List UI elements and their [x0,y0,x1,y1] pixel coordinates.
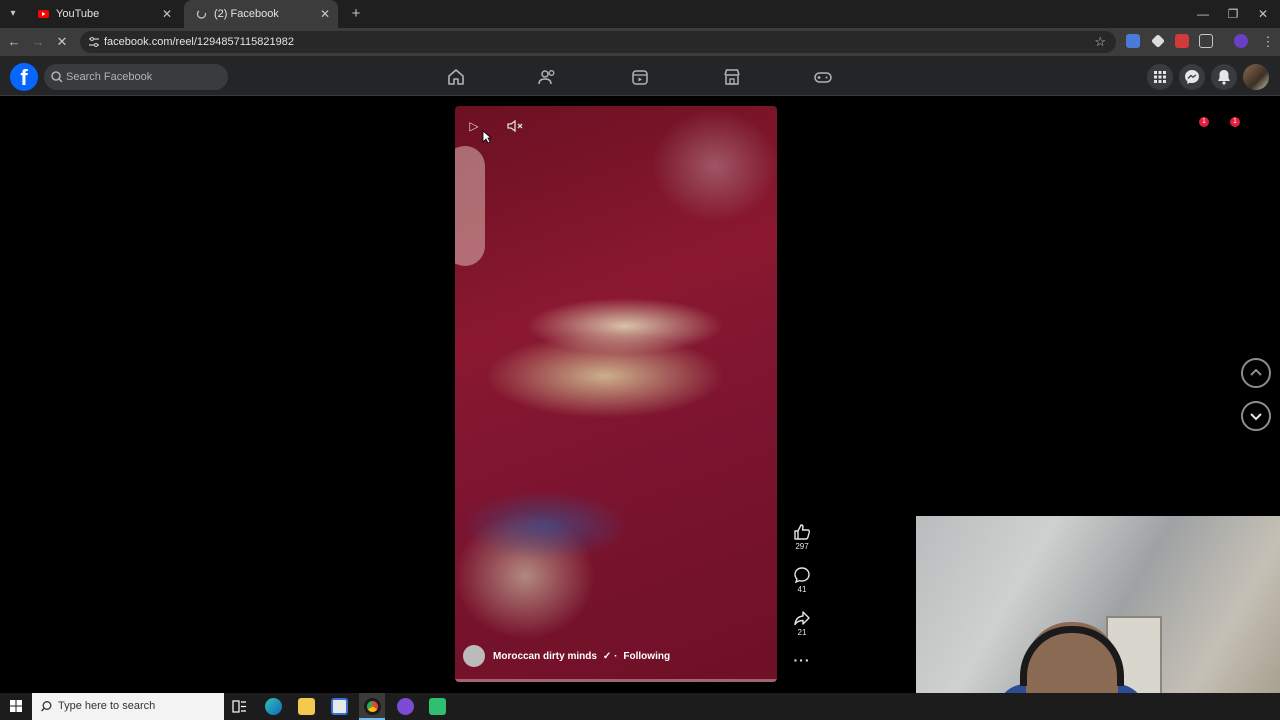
menu-grid-button[interactable] [1147,64,1173,90]
next-reel-button[interactable] [1241,401,1271,431]
comment-icon [794,567,810,584]
messenger-badge: 1 [1199,117,1209,127]
store-icon[interactable] [331,698,348,715]
search-icon [41,701,52,712]
notifications-button[interactable] [1211,64,1237,90]
messenger-button[interactable] [1179,64,1205,90]
follow-status[interactable]: Following [623,651,670,662]
like-icon [794,524,811,540]
forward-button[interactable]: → [28,32,48,52]
share-icon [794,611,810,626]
obs-icon[interactable] [397,698,414,715]
gaming-icon[interactable] [813,67,833,87]
author-avatar[interactable] [463,645,485,667]
minimize-button[interactable]: — [1188,0,1218,28]
site-info-icon[interactable] [88,36,100,48]
account-avatar[interactable] [1243,64,1269,90]
tab-title: YouTube [56,8,100,20]
restore-button[interactable]: ❐ [1218,0,1248,28]
windows-taskbar: Type here to search [0,693,1280,720]
webcam-overlay [916,516,1280,700]
chrome-icon[interactable] [364,698,381,715]
share-button[interactable]: 21 [790,609,814,637]
tab-title: (2) Facebook [214,8,279,20]
bookmark-star-icon[interactable]: ☆ [1094,31,1106,53]
youtube-icon [38,10,49,18]
bell-icon [1218,70,1230,85]
grid-icon [1154,71,1166,83]
tab-facebook[interactable]: (2) Facebook ✕ [184,0,338,28]
close-window-button[interactable]: ✕ [1248,0,1278,28]
share-count: 21 [797,628,807,637]
chevron-up-icon [1250,368,1262,376]
search-icon [51,71,63,83]
translate-extension-icon[interactable] [1126,34,1140,48]
url-text: facebook.com/reel/1294857115821982 [104,36,295,48]
search-placeholder: Search Facebook [66,71,153,83]
taskbar-search-placeholder: Type here to search [58,700,156,712]
loading-icon [196,9,207,19]
notifications-badge: 1 [1230,117,1240,127]
comment-count: 41 [797,585,807,594]
windows-start-icon[interactable] [10,700,22,712]
facebook-logo[interactable]: f [10,63,38,91]
red-extension-icon[interactable] [1175,34,1189,48]
more-options-icon[interactable]: ··· [790,652,814,668]
comment-button[interactable]: 41 [790,566,814,594]
marketplace-icon[interactable] [722,67,742,87]
chevron-down-icon [1250,413,1262,421]
facebook-header: f Search Facebook 1 1 [0,56,1280,127]
video-icon[interactable] [630,67,650,87]
reel-video[interactable]: ▷ Moroccan dirty minds ✓ · Following [455,106,777,682]
chrome-menu-icon[interactable]: ⋮ [1258,32,1278,52]
address-toolbar: ← → ✕ facebook.com/reel/1294857115821982… [0,28,1280,56]
facebook-search-input[interactable]: Search Facebook [44,64,228,90]
address-bar[interactable]: facebook.com/reel/1294857115821982 ☆ [80,31,1116,53]
like-button[interactable]: 297 [790,523,814,551]
file-explorer-icon[interactable] [298,698,315,715]
stop-loading-button[interactable]: ✕ [52,32,72,52]
close-tab-icon[interactable]: ✕ [162,0,172,28]
play-icon[interactable]: ▷ [464,116,484,136]
edge-icon[interactable] [265,698,282,715]
like-count: 297 [795,542,809,551]
profile-icon[interactable] [1234,34,1248,48]
close-tab-icon[interactable]: ✕ [320,0,330,28]
messenger-icon [1185,70,1199,84]
video-content [455,146,485,266]
taskbar-search-input[interactable]: Type here to search [32,693,224,720]
new-tab-button[interactable]: + [346,4,366,24]
author-name[interactable]: Moroccan dirty minds [493,651,597,662]
previous-reel-button[interactable] [1241,358,1271,388]
diamond-extension-icon[interactable] [1151,34,1165,48]
video-progress-bar[interactable] [455,679,777,682]
friends-icon[interactable] [537,67,557,87]
tab-search-icon[interactable]: ▾ [4,5,22,23]
tab-youtube[interactable]: YouTube ✕ [26,0,180,28]
browser-tab-bar: ▾ YouTube ✕ (2) Facebook ✕ + — ❐ ✕ [0,0,1280,28]
home-icon[interactable] [446,67,466,87]
extensions-puzzle-icon[interactable] [1199,34,1213,48]
back-button[interactable]: ← [4,32,24,52]
reel-author-bar: Moroccan dirty minds ✓ · Following [463,644,670,668]
mute-icon[interactable] [504,116,524,136]
task-view-icon[interactable] [231,698,248,715]
verified-icon: ✓ · [602,650,618,662]
mouse-cursor-icon [482,130,492,144]
app-green-icon[interactable] [429,698,446,715]
